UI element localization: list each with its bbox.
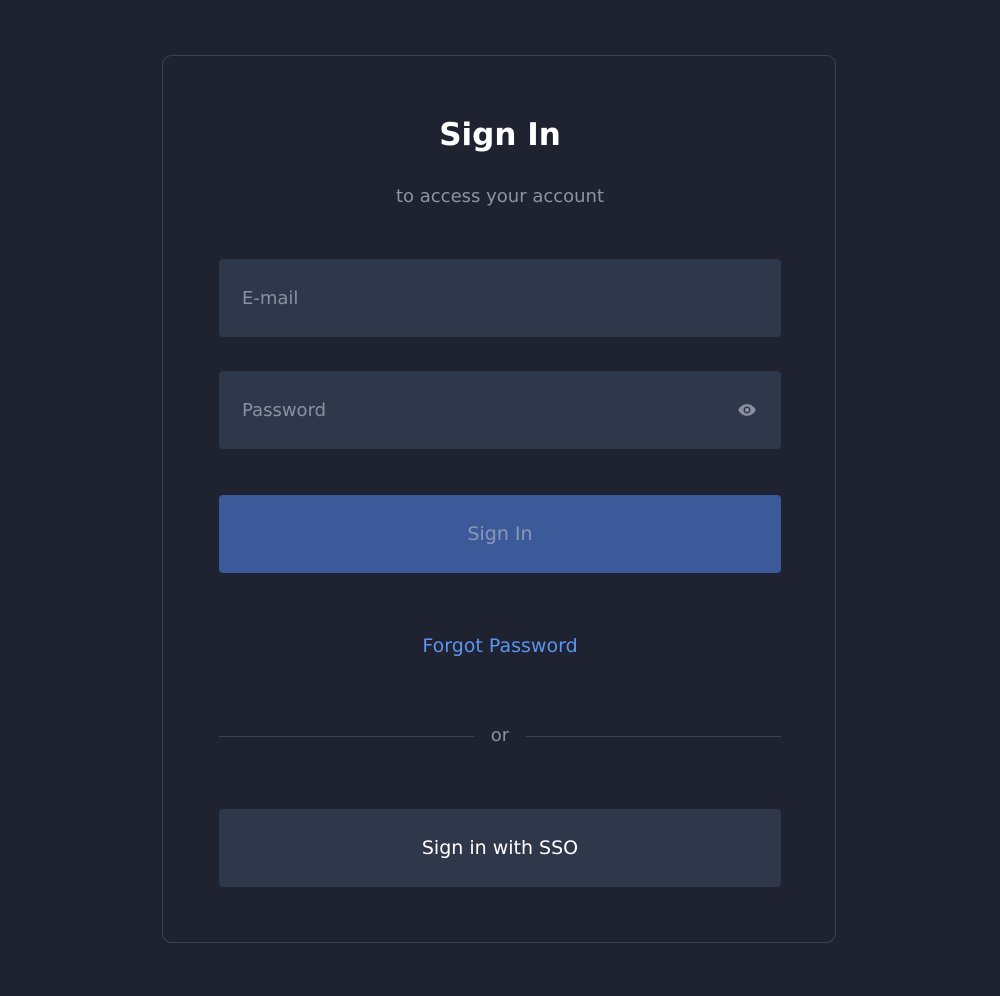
- password-field[interactable]: [219, 371, 781, 449]
- email-field[interactable]: [219, 259, 781, 337]
- divider-line-right: [526, 736, 781, 737]
- page-title: Sign In: [439, 117, 561, 153]
- eye-icon[interactable]: [736, 400, 758, 420]
- divider-line-left: [219, 736, 474, 737]
- password-field-container: [219, 371, 781, 449]
- sign-in-button[interactable]: Sign In: [219, 495, 781, 573]
- page-subtitle: to access your account: [395, 186, 605, 207]
- divider-label: or: [490, 725, 510, 746]
- forgot-password-link[interactable]: Forgot Password: [0, 632, 1000, 660]
- sso-sign-in-button[interactable]: Sign in with SSO: [219, 809, 781, 887]
- email-field-container: [219, 259, 781, 337]
